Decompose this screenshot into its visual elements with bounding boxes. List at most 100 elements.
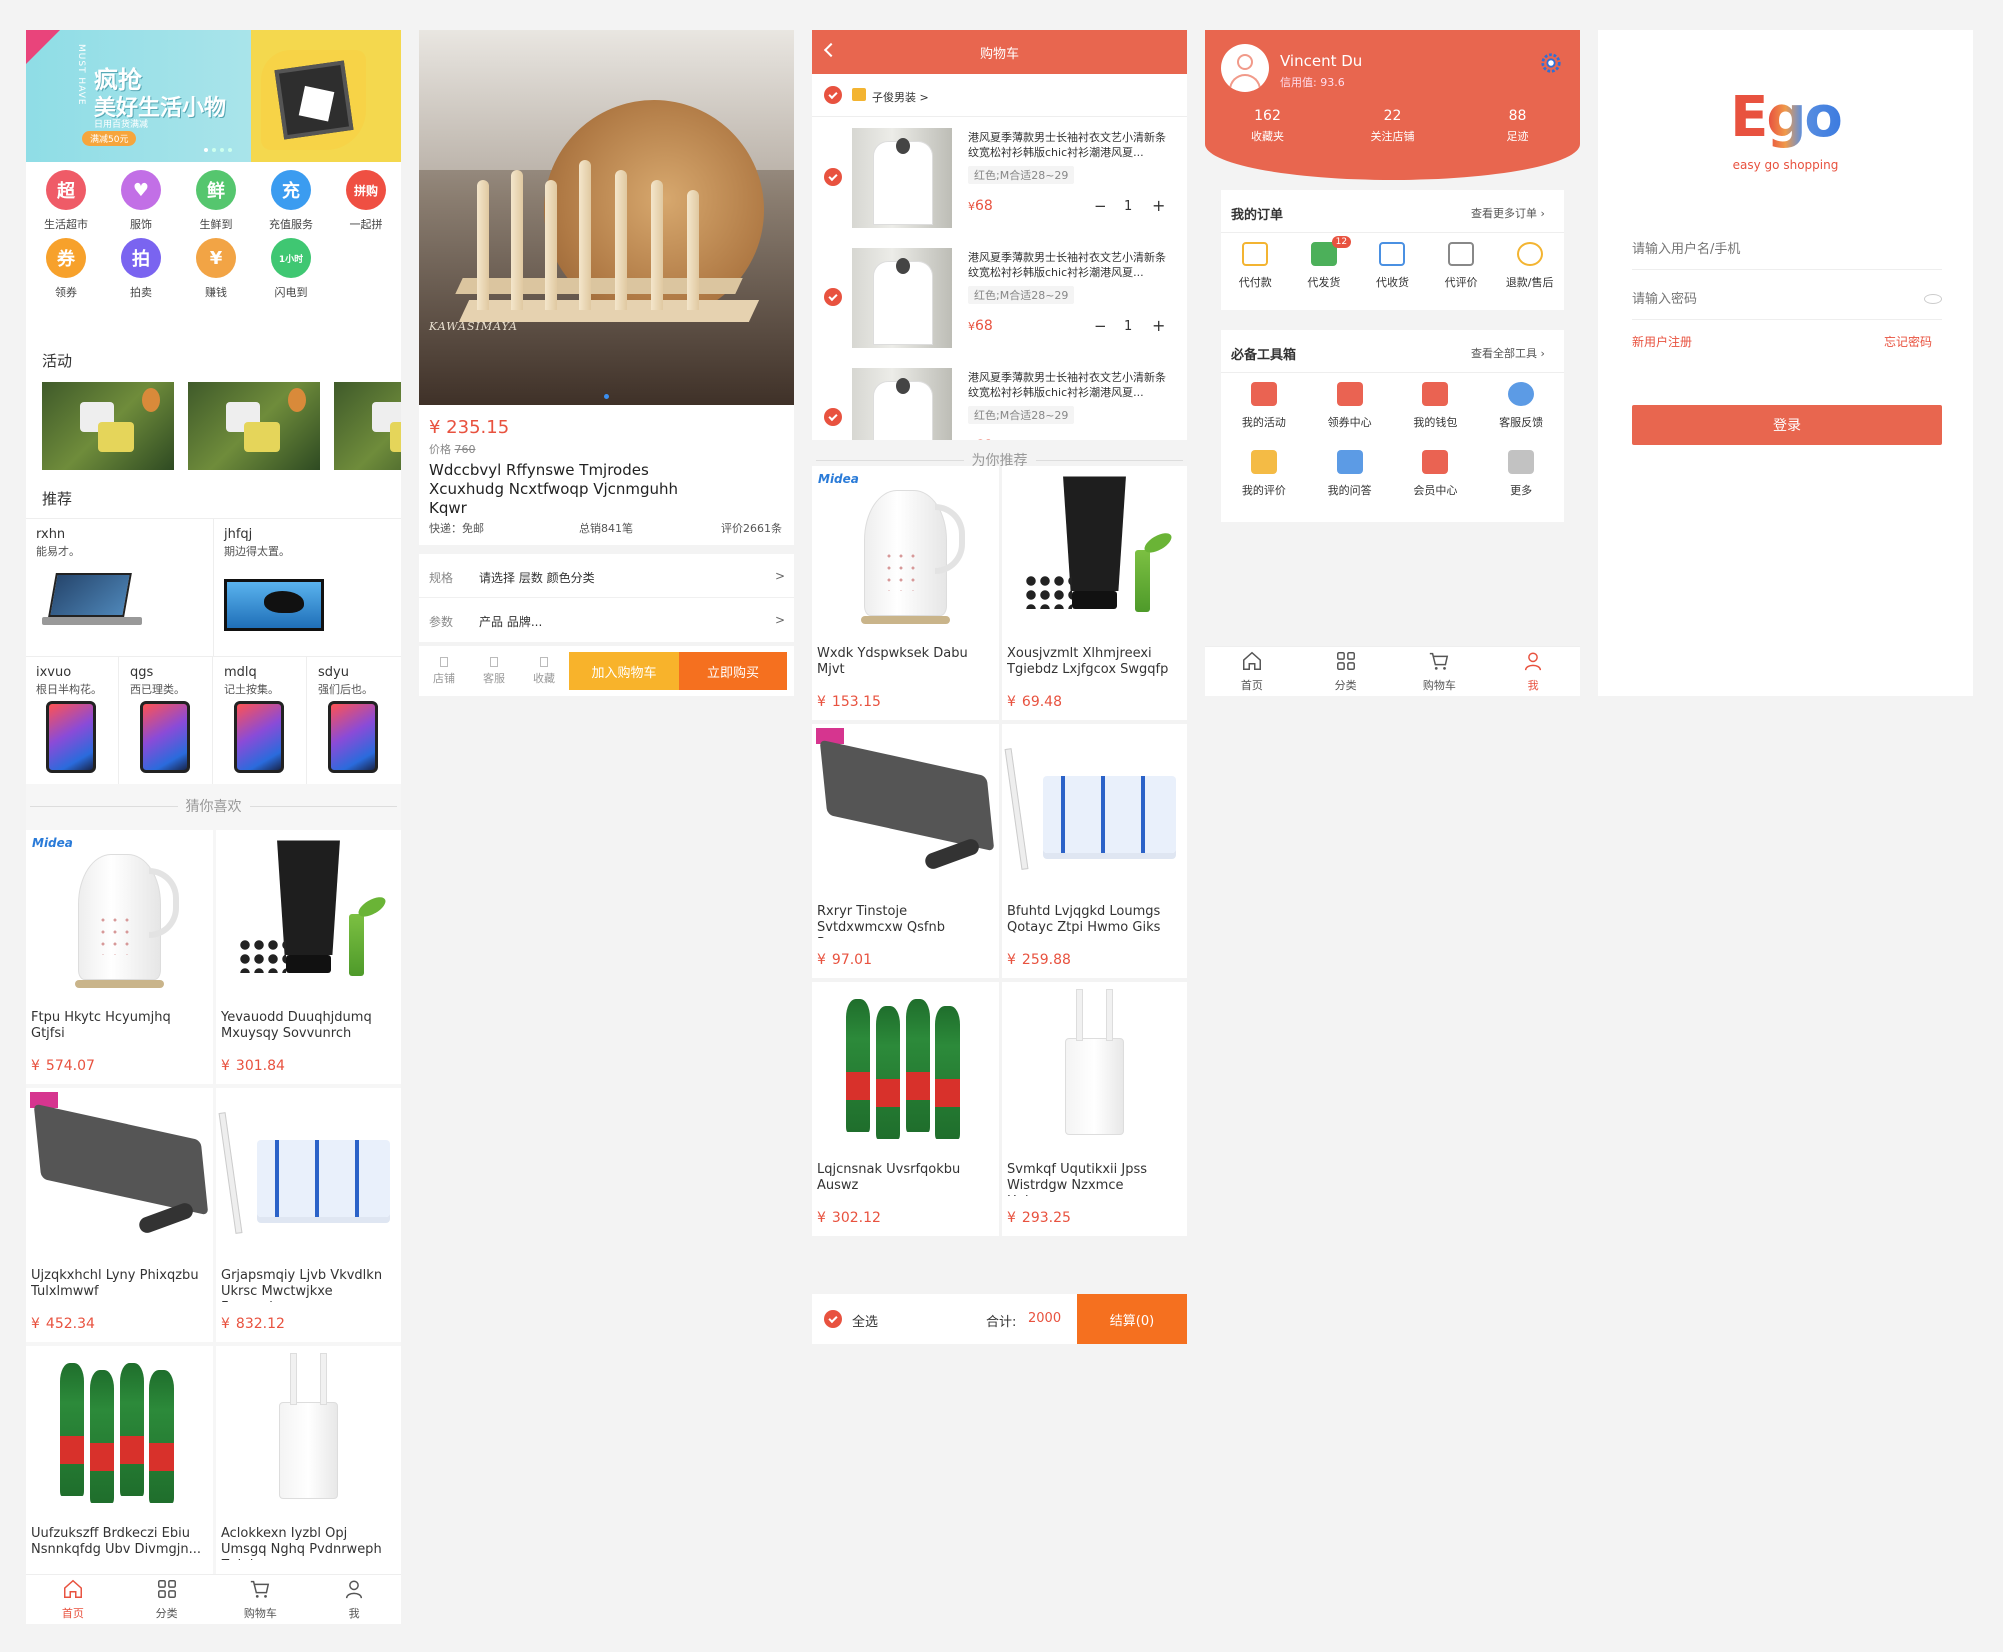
password-input[interactable] <box>1632 280 1942 320</box>
category-item[interactable]: ♥ 服饰 <box>111 170 171 232</box>
eye-icon[interactable] <box>1924 294 1942 304</box>
category-item[interactable]: 拍拍卖 <box>111 238 171 300</box>
item-title[interactable]: 港风夏季薄款男士长袖衬衣文艺小清新条纹宽松衬衫韩版chic衬衫潮港风夏... <box>968 130 1176 160</box>
param-row[interactable]: 参数 产品 品牌... > <box>419 598 794 642</box>
order-refund[interactable]: 退款/售后 <box>1495 242 1564 290</box>
tool-gift[interactable]: 我的活动 <box>1221 382 1307 450</box>
tool-grid[interactable]: 更多 <box>1478 450 1564 518</box>
item-check[interactable] <box>824 288 842 306</box>
product-card[interactable]: Svmkqf Uqutikxii Jpss Wistrdgw Nzxmce Hn… <box>1002 982 1187 1236</box>
item-check[interactable] <box>824 168 842 186</box>
tab-grid[interactable]: 分类 <box>1299 647 1393 696</box>
recommend-small-item[interactable]: ixvuo 根日半构花。 <box>26 657 119 784</box>
tool-headset[interactable]: 客服反馈 <box>1478 382 1564 450</box>
detail-action-1[interactable]: 客服 <box>469 646 519 696</box>
item-title[interactable]: 港风夏季薄款男士长袖衬衣文艺小清新条纹宽松衬衫韩版chic衬衫潮港风夏... <box>968 250 1176 280</box>
avatar[interactable] <box>1221 44 1269 92</box>
login-button[interactable]: 登录 <box>1632 405 1942 445</box>
forgot-link[interactable]: 忘记密码 <box>1884 333 1932 350</box>
product-card[interactable]: Rxryr Tinstoje Svtdxwmcxw Qsfnb Ruupnge ¥… <box>812 724 999 978</box>
qty-value[interactable]: 1 <box>1124 199 1132 214</box>
shop-check[interactable] <box>824 86 842 104</box>
recommend-small-item[interactable]: qgs 西已理类。 <box>120 657 213 784</box>
product-card[interactable]: Uufzukszff Brdkeczi Ebiu Nsnnkqfdg Ubv D… <box>26 1346 213 1600</box>
detail-action-0[interactable]: 店铺 <box>419 646 469 696</box>
profile-stat[interactable]: 22 关注店铺 <box>1330 108 1455 144</box>
tab-cart[interactable]: 购物车 <box>1393 647 1487 696</box>
tab-home[interactable]: 首页 <box>1205 647 1299 696</box>
item-check[interactable] <box>824 408 842 426</box>
profile-stat[interactable]: 88 足迹 <box>1455 108 1580 144</box>
item-title[interactable]: 港风夏季薄款男士长袖衬衣文艺小清新条纹宽松衬衫韩版chic衬衫潮港风夏... <box>968 370 1176 400</box>
product-card[interactable]: Ujzqkxhchl Lyny Phixqzbu Tulxlmwwf ¥452.3… <box>26 1088 213 1342</box>
profile-stat[interactable]: 162 收藏夹 <box>1205 108 1330 144</box>
order-wallet[interactable]: 代付款 <box>1221 242 1290 290</box>
activity-image[interactable] <box>42 382 174 470</box>
recommend-big-item[interactable]: rxhn 能易才。 <box>26 519 213 656</box>
item-image[interactable] <box>852 248 952 348</box>
category-item[interactable]: 充充值服务 <box>261 170 321 232</box>
item-sku[interactable]: 红色;M合适28~29 <box>968 406 1075 424</box>
qty-minus-button[interactable]: − <box>1094 197 1107 215</box>
activity-images <box>42 382 401 470</box>
category-item[interactable]: 鲜生鲜到 <box>186 170 246 232</box>
add-cart-button[interactable]: 加入购物车 <box>569 652 679 690</box>
recommend-small-item[interactable]: mdlq 记土按集。 <box>214 657 307 784</box>
tools-more-link[interactable]: 查看全部工具 › <box>1471 345 1545 361</box>
qty-value[interactable]: 1 <box>1124 319 1132 334</box>
product-card[interactable]: Yevauodd Duuqhjdumq Mxuysqy Sovvunrch ¥30… <box>216 830 401 1084</box>
item-image[interactable] <box>852 128 952 228</box>
category-item[interactable]: 1小时 闪电到 <box>261 238 321 300</box>
shop-name[interactable]: 子俊男装 > <box>872 89 929 105</box>
item-sku[interactable]: 红色;M合适28~29 <box>968 286 1075 304</box>
activity-image[interactable] <box>188 382 320 470</box>
product-card[interactable]: Midea Wxdk Ydspwksek Dabu Mjvt ¥153.15 <box>812 466 999 720</box>
spec-row[interactable]: 规格 请选择 层数 颜色分类 > <box>419 554 794 598</box>
order-chat[interactable]: 代评价 <box>1427 242 1496 290</box>
order-truck-box[interactable]: 12 代发货 <box>1290 236 1359 290</box>
product-card[interactable]: Grjapsmqiy Ljvb Vkvdlkn Ukrsc Mwctwjkxe … <box>216 1088 401 1342</box>
home-banner[interactable]: MUST HAVE 疯抢 美好生活小物 日用百货满减 满减50元 <box>26 30 401 162</box>
checkout-button[interactable]: 结算(0) <box>1077 1294 1187 1344</box>
tool-label: 领券中心 <box>1327 416 1372 429</box>
product-card[interactable]: Lqjcnsnak Uvsrfqokbu Auswz ¥302.12 <box>812 982 999 1236</box>
recommend-big-item[interactable]: jhfqj 期边得太置。 <box>214 519 401 656</box>
tab-grid[interactable]: 分类 <box>120 1575 214 1624</box>
tab-user[interactable]: 我 <box>1486 647 1580 696</box>
tool-purse[interactable]: 我的钱包 <box>1393 382 1479 450</box>
tool-coupon[interactable]: 领券中心 <box>1307 382 1393 450</box>
category-item[interactable]: 券领券 <box>36 238 96 300</box>
product-card[interactable]: Midea Ftpu Hkytc Hcyumjhq Gtjfsi ¥574.07 <box>26 830 213 1084</box>
settings-gear-icon[interactable] <box>1540 52 1562 74</box>
buy-now-button[interactable]: 立即购买 <box>679 652 787 690</box>
detail-hero-image[interactable]: KAWASIMAYA <box>419 30 794 405</box>
tool-crown[interactable]: 会员中心 <box>1393 450 1479 518</box>
detail-action-2[interactable]: 收藏 <box>519 646 569 696</box>
tool-qa[interactable]: 我的问答 <box>1307 450 1393 518</box>
qty-plus-button[interactable]: + <box>1152 316 1165 335</box>
product-title: Rxryr Tinstoje Svtdxwmcxw Qsfnb Ruupnge <box>817 904 945 938</box>
tab-cart[interactable]: 购物车 <box>214 1575 308 1624</box>
select-all-check[interactable] <box>824 1310 842 1328</box>
product-card[interactable]: Xousjvzmlt Xlhmjreexi Tgiebdz Lxjfgcox S… <box>1002 466 1187 720</box>
product-card[interactable]: Aclokkexn Iyzbl Opj Umsgq Nghq Pvdnrweph… <box>216 1346 401 1600</box>
activity-image[interactable] <box>334 382 401 470</box>
username-input[interactable] <box>1632 230 1942 270</box>
tool-flower[interactable]: 我的评价 <box>1221 450 1307 518</box>
qty-plus-button[interactable]: + <box>1152 196 1165 215</box>
category-item[interactable]: ¥ 赚钱 <box>186 238 246 300</box>
orders-more-link[interactable]: 查看更多订单 › <box>1471 205 1545 221</box>
category-item[interactable]: 超生活超市 <box>36 170 96 232</box>
tool-label: 我的评价 <box>1241 484 1286 497</box>
tab-user[interactable]: 我 <box>307 1575 401 1624</box>
tab-home[interactable]: 首页 <box>26 1575 120 1624</box>
product-card[interactable]: Bfuhtd Lvjqgkd Loumgs Qotayc Ztpi Hwmo G… <box>1002 724 1187 978</box>
register-link[interactable]: 新用户注册 <box>1632 333 1692 350</box>
item-sku[interactable]: 红色;M合适28~29 <box>968 166 1075 184</box>
qty-minus-button[interactable]: − <box>1094 317 1107 335</box>
recommend-small-item[interactable]: sdyu 强们后也。 <box>308 657 401 784</box>
select-all-label[interactable]: 全选 <box>852 1311 878 1330</box>
order-truck[interactable]: 代收货 <box>1358 242 1427 290</box>
category-item[interactable]: 拼购 一起拼 <box>336 170 396 232</box>
kettle-handle <box>935 504 966 574</box>
